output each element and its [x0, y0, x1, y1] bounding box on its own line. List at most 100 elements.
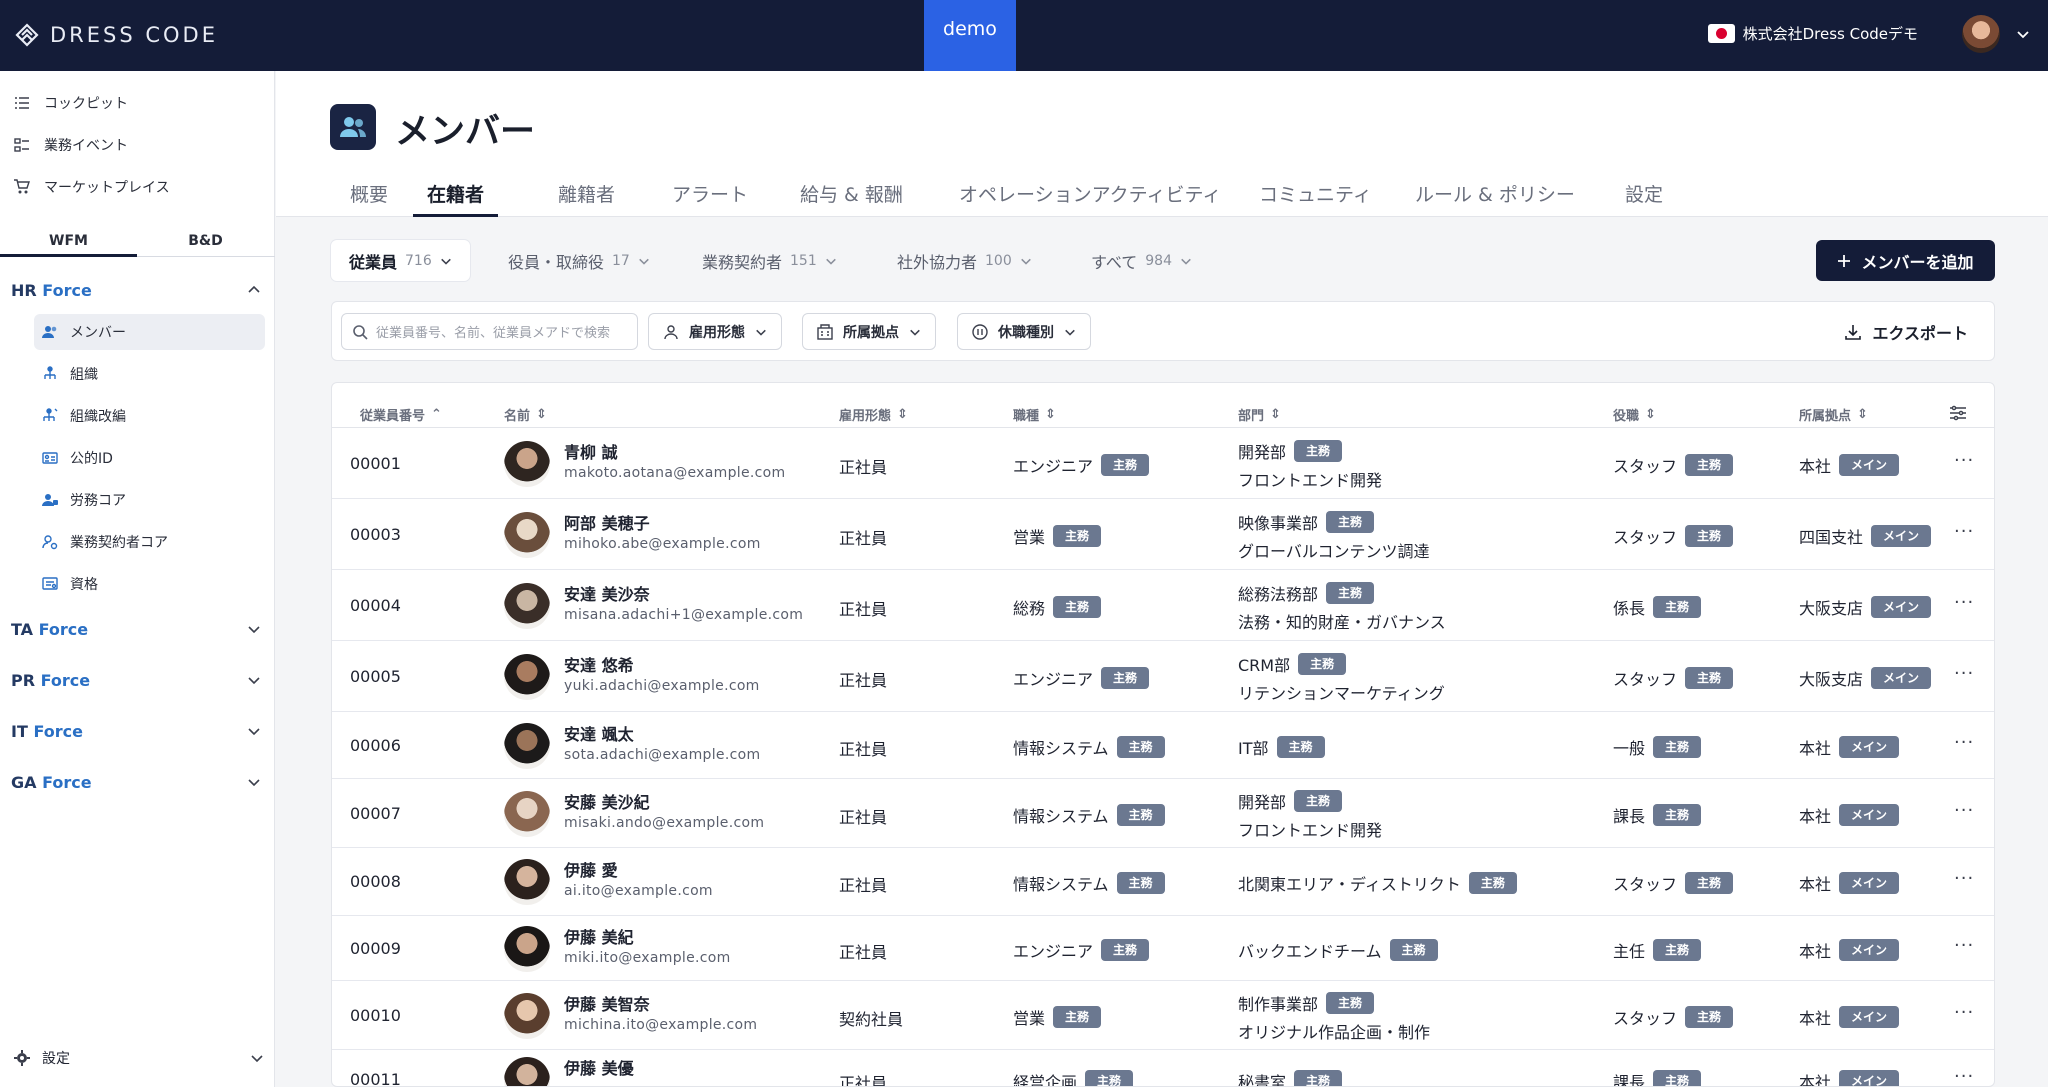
member-name[interactable]: 青柳 誠: [564, 439, 618, 463]
table-row[interactable]: 00010 伊藤 美智奈 michina.ito@example.com 契約社…: [332, 981, 1994, 1050]
tab-former-members[interactable]: 離籍者: [558, 180, 615, 217]
avatar[interactable]: [504, 992, 550, 1039]
column-settings-icon[interactable]: [1949, 405, 1967, 421]
sidebar-link-events[interactable]: 業務イベント: [14, 132, 128, 158]
tab-settings[interactable]: 設定: [1625, 180, 1663, 217]
col-header-name[interactable]: 名前 ⇕: [504, 405, 547, 424]
row-menu-icon[interactable]: ···: [1954, 592, 1974, 613]
row-menu-icon[interactable]: ···: [1954, 868, 1974, 889]
avatar[interactable]: [504, 790, 550, 837]
sidebar-link-cockpit[interactable]: コックピット: [14, 90, 128, 116]
avatar[interactable]: [504, 859, 550, 905]
avatar[interactable]: [504, 653, 550, 700]
chip-external[interactable]: 社外協力者 100: [879, 240, 1050, 281]
certificate-icon: [42, 577, 58, 590]
tab-operation-activity[interactable]: オペレーションアクティビティ: [959, 180, 1221, 217]
table-row[interactable]: 00006 安達 颯太 sota.adachi@example.com 正社員 …: [332, 712, 1994, 779]
avatar[interactable]: [504, 722, 550, 769]
table-row[interactable]: 00003 阿部 美穂子 mihoko.abe@example.com 正社員 …: [332, 499, 1994, 570]
avatar[interactable]: [504, 925, 550, 972]
col-header-job[interactable]: 職種 ⇕: [1013, 405, 1056, 424]
member-name[interactable]: 阿部 美穂子: [564, 510, 650, 534]
avatar[interactable]: [504, 1057, 550, 1086]
chip-all[interactable]: すべて 984: [1073, 240, 1210, 281]
group-ga-force[interactable]: GA Force: [11, 769, 261, 795]
sidebar-item-contractor-core[interactable]: 業務契約者コア: [34, 524, 265, 560]
cell-employee-id: 00007: [350, 803, 401, 823]
tab-alerts[interactable]: アラート: [672, 180, 748, 217]
group-ta-force[interactable]: TA Force: [11, 616, 261, 642]
brand-logo[interactable]: DRESS CODE: [14, 22, 218, 48]
row-menu-icon[interactable]: ···: [1954, 1066, 1974, 1086]
sidebar-tab-bd[interactable]: B&D: [137, 227, 274, 257]
table-row[interactable]: 00011 伊藤 美優 正社員 経営企画 主務 秘書室 主務 課長 主務 本社 メイン …: [332, 1050, 1994, 1086]
col-header-employment[interactable]: 雇用形態 ⇕: [839, 405, 908, 424]
group-it-force[interactable]: IT Force: [11, 718, 261, 744]
member-name[interactable]: 安達 悠希: [564, 652, 634, 676]
filter-employment-type[interactable]: 雇用形態: [648, 313, 782, 350]
cell-job: エンジニア 主務: [1013, 938, 1150, 962]
row-menu-icon[interactable]: ···: [1954, 800, 1974, 821]
tab-payroll[interactable]: 給与 & 報酬: [800, 180, 903, 217]
chevron-down-icon[interactable]: [2016, 27, 2030, 41]
filter-panel: 従業員番号、名前、従業員メアドで検索 雇用形態 所属拠点 休職種別 エクスポート: [331, 301, 1995, 361]
member-name[interactable]: 安達 美沙奈: [564, 581, 650, 605]
chip-employees[interactable]: 従業員 716: [331, 240, 470, 281]
row-menu-icon[interactable]: ···: [1954, 450, 1974, 471]
cell-employee-id: 00003: [350, 524, 401, 544]
tab-community[interactable]: コミュニティ: [1259, 180, 1372, 217]
company-switcher[interactable]: 株式会社Dress Codeデモ: [1707, 23, 1918, 44]
chip-contractors[interactable]: 業務契約者 151: [684, 240, 855, 281]
row-menu-icon[interactable]: ···: [1954, 663, 1974, 684]
page-title: メンバー: [395, 112, 536, 152]
sidebar-item-members[interactable]: メンバー: [34, 314, 265, 350]
avatar[interactable]: [504, 582, 550, 629]
table-row[interactable]: 00001 青柳 誠 makoto.aotana@example.com 正社員…: [332, 428, 1994, 499]
row-menu-icon[interactable]: ···: [1954, 935, 1974, 956]
avatar[interactable]: [504, 511, 550, 558]
position-tag: 主務: [1653, 1070, 1702, 1086]
member-name[interactable]: 伊藤 美紀: [564, 924, 634, 948]
group-hr-force[interactable]: HR Force: [11, 277, 261, 303]
table-row[interactable]: 00007 安藤 美沙紀 misaki.ando@example.com 正社員…: [332, 779, 1994, 848]
sidebar-item-public-id[interactable]: 公的ID: [34, 440, 265, 476]
search-input[interactable]: 従業員番号、名前、従業員メアドで検索: [341, 313, 638, 350]
export-button[interactable]: エクスポート: [1844, 313, 1968, 350]
table-row[interactable]: 00005 安達 悠希 yuki.adachi@example.com 正社員 …: [332, 641, 1994, 712]
row-menu-icon[interactable]: ···: [1954, 1002, 1974, 1023]
filter-leave-type[interactable]: 休職種別: [957, 313, 1091, 350]
col-header-dept[interactable]: 部門 ⇕: [1238, 405, 1281, 424]
sidebar-link-marketplace[interactable]: マーケットプレイス: [14, 174, 170, 200]
member-name[interactable]: 伊藤 美優: [564, 1055, 634, 1079]
tab-active-members[interactable]: 在籍者: [413, 180, 499, 217]
table-row[interactable]: 00008 伊藤 愛 ai.ito@example.com 正社員 情報システム…: [332, 848, 1994, 916]
sidebar-item-organization[interactable]: 組織: [34, 356, 265, 392]
member-name[interactable]: 伊藤 愛: [564, 857, 618, 881]
col-header-position[interactable]: 役職 ⇕: [1613, 405, 1656, 424]
sidebar-item-labor-core[interactable]: 労務コア: [34, 482, 265, 518]
table-row[interactable]: 00009 伊藤 美紀 miki.ito@example.com 正社員 エンジ…: [332, 916, 1994, 981]
sidebar-item-reorg[interactable]: 組織改編: [34, 398, 265, 434]
chip-executives[interactable]: 役員・取締役 17: [490, 240, 668, 281]
add-member-button[interactable]: メンバーを追加: [1816, 240, 1995, 281]
row-menu-icon[interactable]: ···: [1954, 732, 1974, 753]
row-menu-icon[interactable]: ···: [1954, 521, 1974, 542]
filter-location[interactable]: 所属拠点: [802, 313, 936, 350]
table-row[interactable]: 00004 安達 美沙奈 misana.adachi+1@example.com…: [332, 570, 1994, 641]
sidebar-item-qualifications[interactable]: 資格: [34, 566, 265, 602]
tab-rules-policy[interactable]: ルール & ポリシー: [1415, 180, 1575, 217]
member-name[interactable]: 安達 颯太: [564, 721, 634, 745]
tab-overview[interactable]: 概要: [350, 180, 388, 217]
cell-position: スタッフ 主務: [1613, 871, 1734, 895]
sidebar-tab-wfm[interactable]: WFM: [0, 227, 137, 257]
user-avatar[interactable]: [1962, 15, 2000, 53]
chevron-down-icon: [756, 329, 766, 336]
col-header-location[interactable]: 所属拠点 ⇕: [1799, 405, 1868, 424]
sidebar-settings[interactable]: 設定: [14, 1045, 264, 1071]
group-pr-force[interactable]: PR Force: [11, 667, 261, 693]
avatar[interactable]: [504, 440, 550, 487]
member-name[interactable]: 伊藤 美智奈: [564, 991, 650, 1015]
member-name[interactable]: 安藤 美沙紀: [564, 789, 650, 813]
chevron-down-icon: [248, 677, 260, 685]
col-header-id[interactable]: 従業員番号 ⌃: [360, 405, 442, 424]
